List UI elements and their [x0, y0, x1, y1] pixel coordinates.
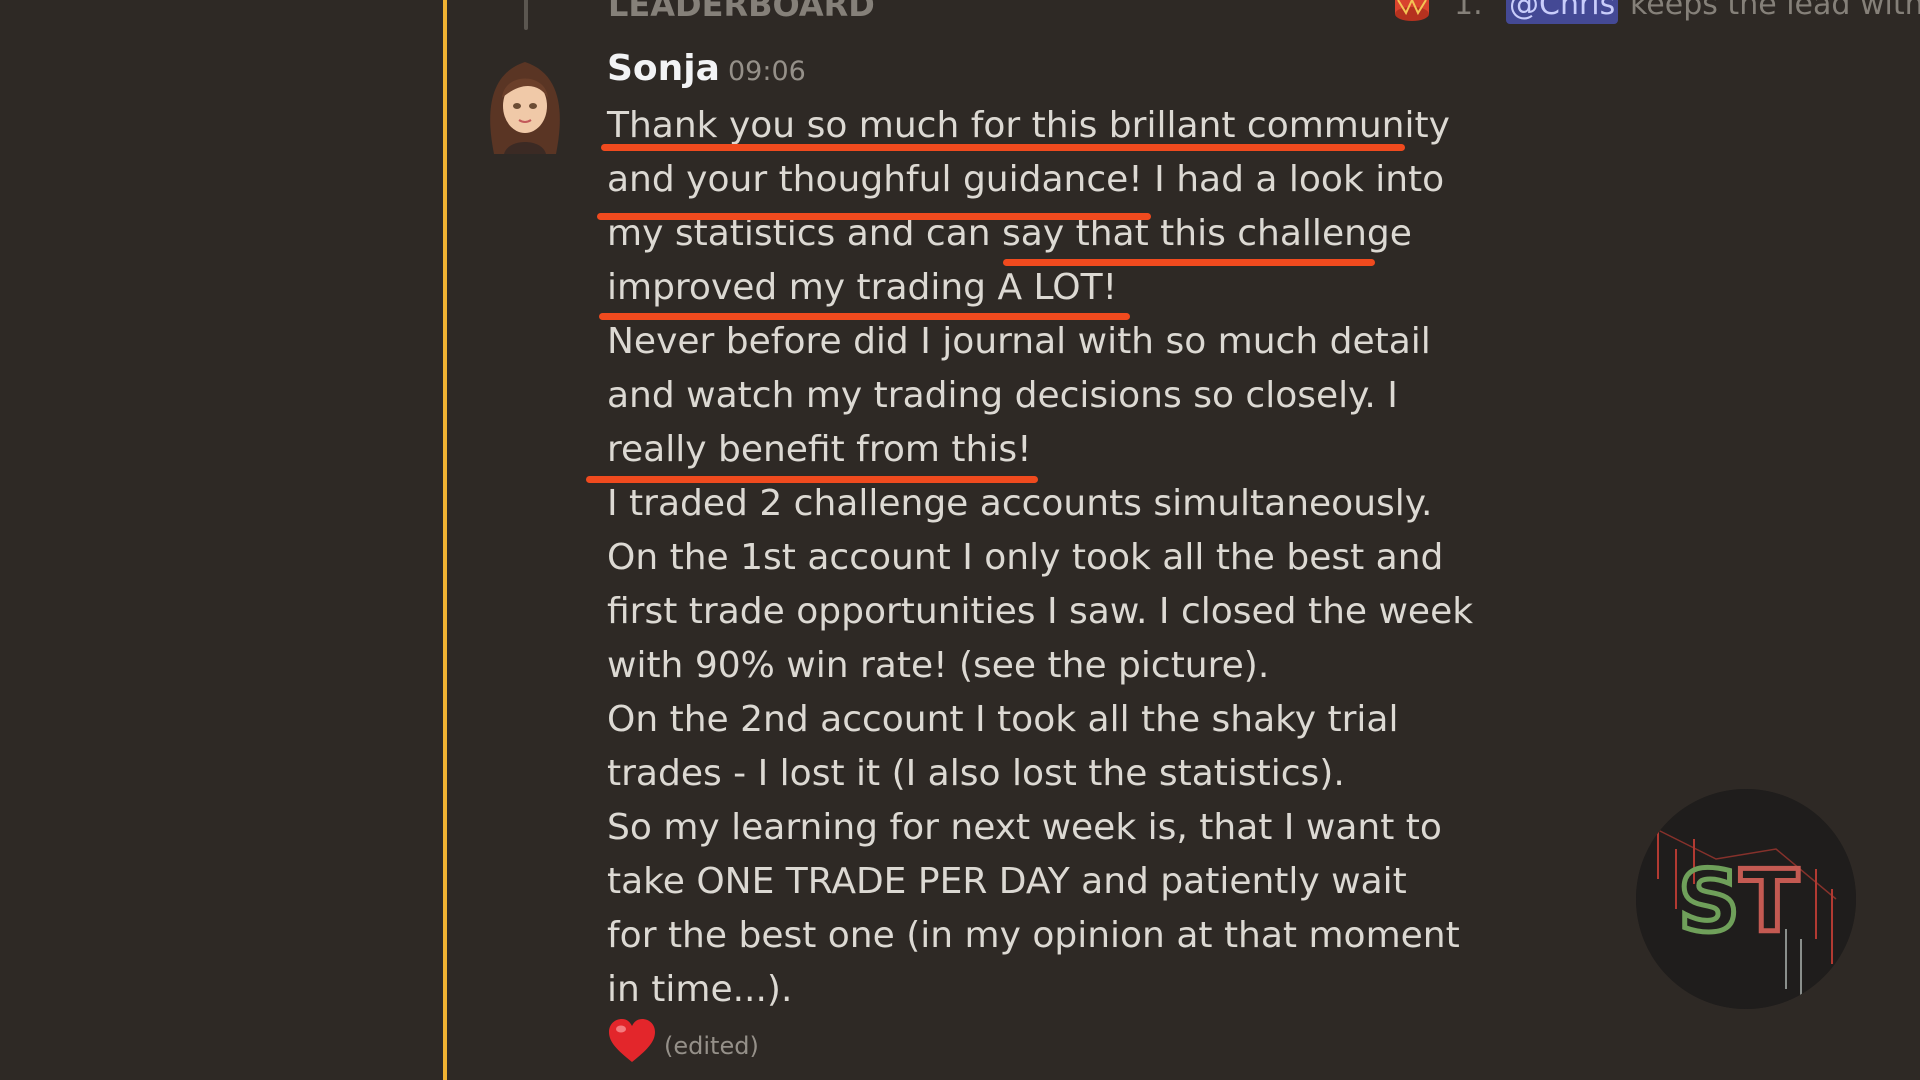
message-line: and watch my trading decisions so closel… [607, 375, 1398, 416]
left-panel [0, 0, 443, 1080]
message-line: for the best one (in my opinion at that … [607, 915, 1460, 956]
highlight-underline [1003, 259, 1375, 266]
message-line: in time...). [607, 969, 793, 1010]
user-mention[interactable]: @Chris [1506, 0, 1619, 24]
highlight-underline [599, 313, 1130, 320]
message-line: with 90% win rate! (see the picture). [607, 645, 1270, 686]
logo-letter-s: ST [1678, 852, 1799, 952]
message-line: I traded 2 challenge accounts simultaneo… [607, 483, 1433, 524]
message-line: take ONE TRADE PER DAY and patiently wai… [607, 861, 1407, 902]
message-line: improved my trading A LOT! [607, 267, 1118, 308]
highlight-underline [586, 476, 1038, 483]
reply-title: LEADERBOARD [608, 0, 875, 24]
reply-text: keeps the lead with ... [1630, 0, 1920, 22]
message-content: Thank you so much for this brillant comm… [607, 99, 1474, 1017]
drum-emoji-icon [1395, 0, 1429, 21]
message-line: Never before did I journal with so much … [607, 321, 1431, 362]
message-author[interactable]: Sonja [607, 46, 720, 92]
reply-rank: 1. [1454, 0, 1483, 22]
message-timestamp[interactable]: 09:06 [728, 56, 806, 88]
highlight-underline [601, 144, 1405, 151]
message-line: really benefit from this! [607, 429, 1032, 470]
message-line: and your thoughful guidance! I had a loo… [607, 159, 1445, 200]
message-line: So my learning for next week is, that I … [607, 807, 1442, 848]
avatar[interactable] [482, 54, 568, 154]
heart-reaction-icon[interactable] [607, 1018, 657, 1064]
message-line: On the 2nd account I took all the shaky … [607, 699, 1399, 740]
message-line: first trade opportunities I saw. I close… [607, 591, 1474, 632]
message-line: trades - I lost it (I also lost the stat… [607, 753, 1345, 794]
reply-spine [524, 0, 528, 30]
highlight-accent-bar [443, 0, 447, 1080]
highlight-underline [597, 213, 1151, 220]
edited-label: (edited) [664, 1032, 759, 1060]
channel-logo: ST [1636, 789, 1856, 1009]
message-line: On the 1st account I only took all the b… [607, 537, 1444, 578]
